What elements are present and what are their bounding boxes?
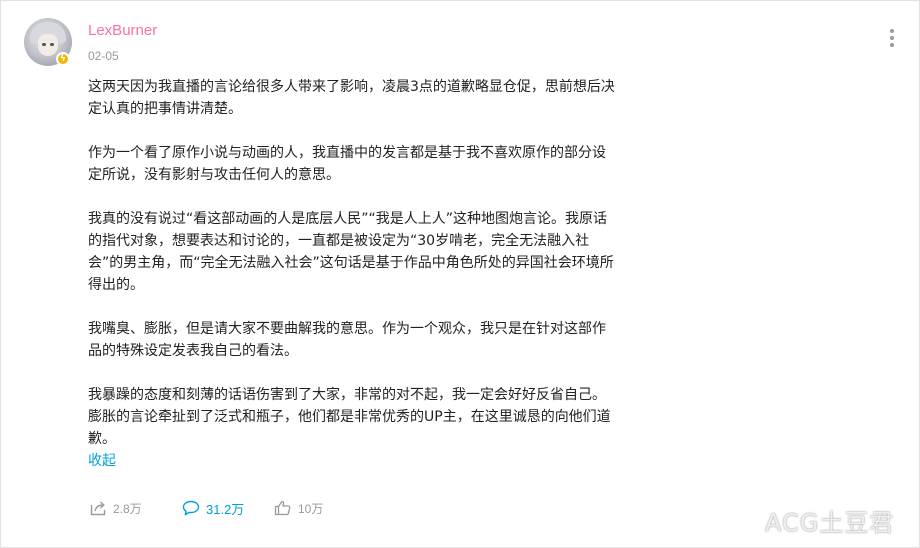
watermark: ACG土豆君	[765, 509, 895, 537]
comment-icon	[182, 500, 200, 516]
like-button[interactable]: 10万	[274, 498, 323, 518]
collapse-link[interactable]: 收起	[88, 450, 116, 470]
post-paragraph: 这两天因为我直播的言论给很多人带来了影响，凌晨3点的道歉略显仓促，思前想后决定认…	[88, 79, 615, 117]
share-count: 2.8万	[113, 501, 142, 516]
post-paragraph: 我真的没有说过“看这部动画的人是底层人民”“我是人上人”这种地图炮言论。我原话的…	[88, 211, 614, 293]
post-paragraph: 我暴躁的态度和刻薄的话语伤害到了大家，非常的对不起，我一定会好好反省自己。膨胀的…	[88, 387, 611, 447]
comment-count: 31.2万	[206, 501, 245, 517]
lightning-icon: ϟ	[56, 52, 70, 66]
post-content: 这两天因为我直播的言论给很多人带来了影响，凌晨3点的道歉略显仓促，思前想后决定认…	[88, 76, 618, 450]
post-date: 02-05	[88, 49, 119, 63]
post-card: ϟ LexBurner 02-05 这两天因为我直播的言论给很多人带来了影响，凌…	[0, 0, 920, 548]
comment-button[interactable]: 31.2万	[182, 498, 244, 518]
like-count: 10万	[298, 501, 324, 516]
avatar-eye	[42, 43, 46, 46]
avatar-eye	[50, 43, 54, 46]
post-paragraph: 我嘴臭、膨胀，但是请大家不要曲解我的意思。作为一个观众，我只是在针对这部作品的特…	[88, 321, 606, 359]
thumbs-up-icon	[274, 500, 291, 516]
more-vertical-icon[interactable]	[888, 29, 896, 49]
post-paragraph: 作为一个看了原作小说与动画的人，我直播中的发言都是基于我不喜欢原作的部分设定所说…	[88, 145, 606, 183]
share-button[interactable]: 2.8万	[90, 498, 142, 518]
avatar-face	[38, 34, 58, 56]
share-icon	[90, 501, 106, 516]
username[interactable]: LexBurner	[88, 22, 157, 39]
